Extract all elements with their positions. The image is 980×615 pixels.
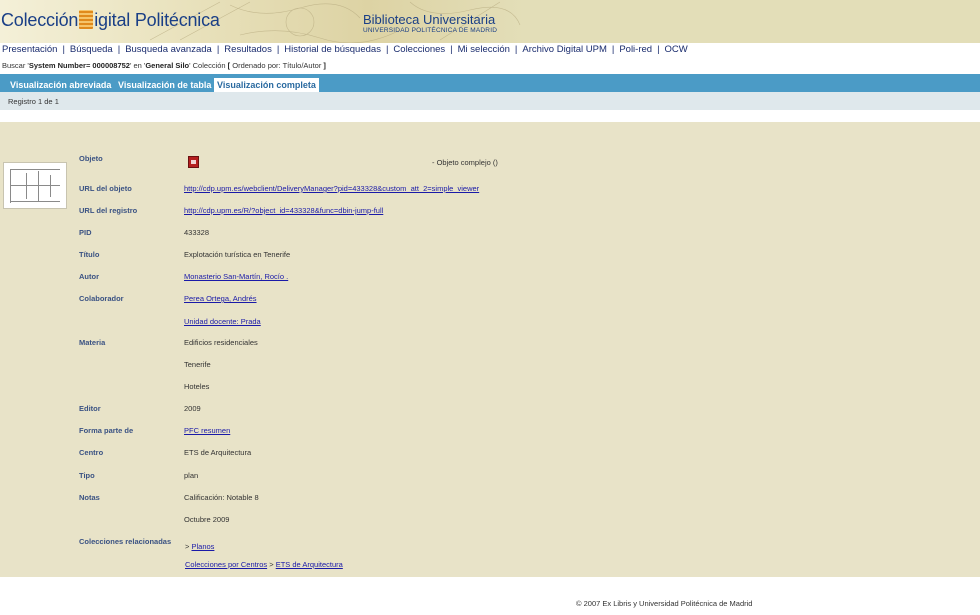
materia-value-3: Hoteles: [184, 382, 210, 391]
materia-value-1: Edificios residenciales: [184, 338, 258, 347]
tab-visualizacion-completa[interactable]: Visualización completa: [214, 78, 319, 92]
search-query: System Number= 000008752: [28, 61, 130, 70]
label-titulo: Título: [79, 250, 100, 259]
nav-archivo-digital[interactable]: Archivo Digital UPM: [517, 43, 611, 57]
main-nav: Presentación | Búsqueda | Busqueda avanzada |…: [0, 43, 980, 57]
objeto-value: - Objeto complejo (): [432, 158, 498, 167]
view-tabs: Visualización abreviada Visualización de…: [0, 74, 980, 92]
label-autor: Autor: [79, 272, 99, 281]
centro-value: ETS de Arquitectura: [184, 448, 252, 457]
breadcrumb-arrow: >: [269, 560, 274, 569]
nav-historial[interactable]: Historial de búsquedas: [279, 43, 386, 57]
logo-text-left: Colección: [1, 10, 79, 30]
colaborador-link-1[interactable]: Perea Ortega, Andrés: [184, 294, 257, 303]
label-colecciones: Colecciones relacionadas: [79, 537, 172, 546]
label-materia: Materia: [79, 338, 106, 347]
footer-copyright: © 2007 Ex Libris y Universidad Politécni…: [576, 599, 753, 608]
label-editor: Editor: [79, 404, 101, 413]
site-logo[interactable]: Colección igital Politécnica: [1, 10, 220, 31]
label-tipo: Tipo: [79, 471, 95, 480]
search-summary: Buscar 'System Number= 000008752' en 'Ge…: [2, 61, 326, 70]
pdf-icon[interactable]: [188, 156, 199, 168]
collection-path-2: Colecciones por Centros > ETS de Arquite…: [185, 560, 343, 569]
tab-visualizacion-abreviada[interactable]: Visualización abreviada: [7, 78, 114, 92]
label-url-registro: URL del registro: [79, 206, 138, 215]
library-title: Biblioteca Universitaria: [363, 12, 496, 27]
autor-link[interactable]: Monasterio San-Martín, Rocío .: [184, 272, 288, 281]
collection-planos-link[interactable]: Planos: [191, 542, 214, 551]
materia-value-2: Tenerife: [184, 360, 211, 369]
label-forma-parte: Forma parte de: [79, 426, 134, 435]
label-notas: Notas: [79, 493, 100, 502]
object-thumbnail[interactable]: [3, 162, 67, 209]
record-count: Registro 1 de 1: [8, 97, 59, 106]
label-objeto: Objeto: [79, 154, 103, 163]
forma-parte-link[interactable]: PFC resumen: [184, 426, 230, 435]
collection-por-centros-link[interactable]: Colecciones por Centros: [185, 560, 267, 569]
header-banner: Colección igital Politécnica Biblioteca U…: [0, 0, 980, 43]
notas-value-1: Calificación: Notable 8: [184, 493, 259, 502]
search-mid: ' en ': [129, 61, 146, 70]
record-count-bar: Registro 1 de 1: [0, 92, 980, 110]
label-url-objeto: URL del objeto: [79, 184, 132, 193]
library-subtitle: UNIVERSIDAD POLITÉCNICA DE MADRID: [363, 27, 498, 34]
nav-busqueda-avanzada[interactable]: Busqueda avanzada: [120, 43, 217, 57]
nav-mi-seleccion[interactable]: Mi selección: [453, 43, 515, 57]
nav-ocw[interactable]: OCW: [660, 43, 693, 57]
breadcrumb-arrow: >: [185, 542, 190, 551]
editor-value: 2009: [184, 404, 201, 413]
url-registro-link[interactable]: http://cdp.upm.es/R/?object_id=433328&fu…: [184, 206, 383, 215]
nav-presentacion[interactable]: Presentación: [0, 43, 62, 57]
search-base: General Silo: [145, 61, 190, 70]
label-colaborador: Colaborador: [79, 294, 124, 303]
colaborador-link-2[interactable]: Unidad docente: Prada: [184, 317, 261, 326]
logo-d-icon: [79, 10, 94, 29]
url-objeto-link[interactable]: http://cdp.upm.es/webclient/DeliveryMana…: [184, 184, 479, 193]
library-logo[interactable]: Biblioteca Universitaria UNIVERSIDAD POL…: [363, 12, 497, 34]
collection-path-1: > Planos: [185, 542, 214, 551]
label-centro: Centro: [79, 448, 104, 457]
nav-colecciones[interactable]: Colecciones: [388, 43, 450, 57]
record-detail: Objeto - Objeto complejo () URL del obje…: [0, 122, 980, 577]
tipo-value: plan: [184, 471, 199, 480]
nav-busqueda[interactable]: Búsqueda: [65, 43, 118, 57]
logo-text-right: igital Politécnica: [94, 10, 220, 30]
search-order: Ordenado por: Título/Autor: [232, 61, 322, 70]
label-pid: PID: [79, 228, 92, 237]
nav-poli-red[interactable]: Poli-red: [614, 43, 657, 57]
titulo-value: Explotación turística en Tenerife: [184, 250, 291, 259]
pid-value: 433328: [184, 228, 210, 237]
tab-visualizacion-tabla[interactable]: Visualización de tabla: [115, 78, 214, 92]
search-prefix: Buscar ': [2, 61, 29, 70]
collection-ets-link[interactable]: ETS de Arquitectura: [276, 560, 343, 569]
nav-resultados[interactable]: Resultados: [219, 43, 277, 57]
notas-value-2: Octubre 2009: [184, 515, 230, 524]
search-suffix: ' Colección: [189, 61, 226, 70]
search-bracket-close: ]: [321, 61, 326, 70]
